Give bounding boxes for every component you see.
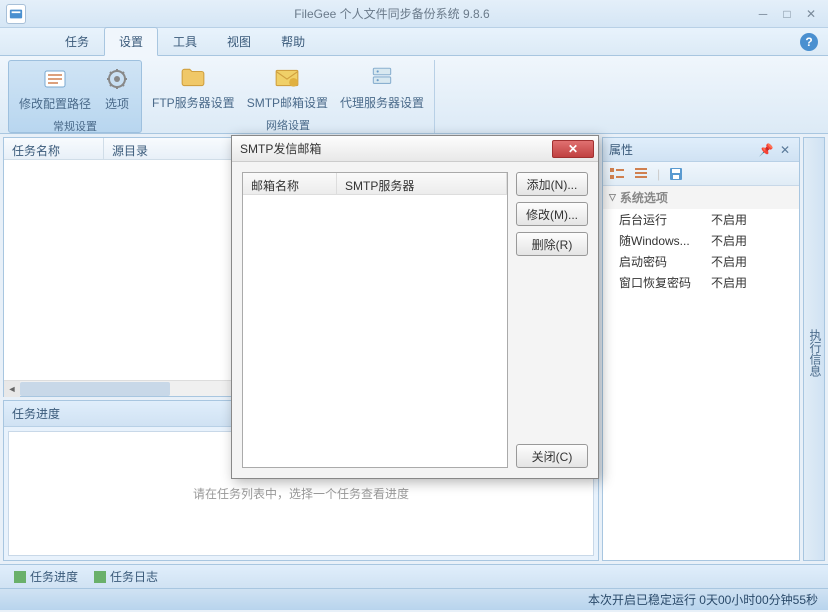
folder-icon: [179, 64, 207, 92]
app-logo: [6, 4, 26, 24]
prop-row[interactable]: 窗口恢复密码不启用: [603, 272, 799, 293]
ribbon-group-general: 修改配置路径 选项 常规设置: [8, 60, 142, 133]
menu-view[interactable]: 视图: [212, 27, 266, 55]
scroll-thumb[interactable]: [20, 382, 170, 396]
ribbon-config-path-label: 修改配置路径: [19, 95, 91, 112]
menubar: 任务 设置 工具 视图 帮助 ?: [0, 28, 828, 56]
mail-icon: [273, 64, 301, 92]
config-path-icon: [41, 65, 69, 93]
close-window-button[interactable]: ✕: [800, 5, 822, 23]
bottom-tabs: 任务进度 任务日志: [0, 564, 828, 588]
property-category[interactable]: ▽系统选项: [603, 186, 799, 209]
ribbon-options-label: 选项: [105, 95, 129, 112]
properties-panel: 属性 📌 ✕ | ▽系统选项 后台运行不启用 随Windows...不启用 启动…: [602, 137, 800, 561]
minimize-button[interactable]: ─: [752, 5, 774, 23]
collapse-icon: ▽: [609, 192, 616, 203]
maximize-button[interactable]: □: [776, 5, 798, 23]
panel-close-icon[interactable]: ✕: [777, 143, 793, 157]
ribbon-proxy-label: 代理服务器设置: [340, 94, 424, 111]
titlebar: FileGee 个人文件同步备份系统 9.8.6 ─ □ ✕: [0, 0, 828, 28]
menu-help[interactable]: 帮助: [266, 27, 320, 55]
properties-toolbar: |: [603, 162, 799, 186]
modify-button[interactable]: 修改(M)...: [516, 202, 588, 226]
col-mailbox-name[interactable]: 邮箱名称: [243, 173, 337, 194]
properties-title: 属性: [609, 141, 755, 158]
ribbon-group-network: FTP服务器设置 SMTP邮箱设置 代理服务器设置 网络设置: [142, 60, 435, 133]
close-button[interactable]: 关闭(C): [516, 444, 588, 468]
alphabetical-icon[interactable]: [633, 166, 649, 182]
properties-header: 属性 📌 ✕: [603, 138, 799, 162]
menu-settings[interactable]: 设置: [104, 27, 158, 56]
ribbon-smtp-label: SMTP邮箱设置: [247, 94, 328, 111]
ribbon-proxy[interactable]: 代理服务器设置: [334, 60, 430, 115]
categorized-icon[interactable]: [609, 166, 625, 182]
dialog-titlebar[interactable]: SMTP发信邮箱 ✕: [232, 136, 598, 162]
col-task-name[interactable]: 任务名称: [4, 138, 104, 159]
smtp-dialog: SMTP发信邮箱 ✕ 邮箱名称 SMTP服务器 添加(N)... 修改(M)..…: [231, 135, 599, 479]
dialog-close-button[interactable]: ✕: [552, 140, 594, 158]
ribbon-ftp[interactable]: FTP服务器设置: [146, 60, 241, 115]
dialog-body: 邮箱名称 SMTP服务器 添加(N)... 修改(M)... 删除(R) 关闭(…: [232, 162, 598, 478]
tab-task-progress[interactable]: 任务进度: [6, 566, 86, 587]
dialog-title: SMTP发信邮箱: [240, 140, 552, 157]
prop-row[interactable]: 启动密码不启用: [603, 251, 799, 272]
side-tab-execution-info[interactable]: 执行信息: [803, 137, 825, 561]
mailbox-list[interactable]: 邮箱名称 SMTP服务器: [242, 172, 508, 468]
ribbon-smtp[interactable]: SMTP邮箱设置: [241, 60, 334, 115]
save-icon[interactable]: [668, 166, 684, 182]
tab-task-log[interactable]: 任务日志: [86, 566, 166, 587]
mailbox-list-header: 邮箱名称 SMTP服务器: [243, 173, 507, 195]
statusbar: 本次开启已稳定运行 0天00小时00分钟55秒: [0, 588, 828, 610]
delete-button[interactable]: 删除(R): [516, 232, 588, 256]
app-title: FileGee 个人文件同步备份系统 9.8.6: [34, 5, 750, 22]
ribbon-config-path[interactable]: 修改配置路径: [13, 61, 97, 116]
col-smtp-server[interactable]: SMTP服务器: [337, 173, 507, 194]
properties-grid: ▽系统选项 后台运行不启用 随Windows...不启用 启动密码不启用 窗口恢…: [603, 186, 799, 560]
dialog-buttons: 添加(N)... 修改(M)... 删除(R) 关闭(C): [516, 172, 588, 468]
prop-row[interactable]: 后台运行不启用: [603, 209, 799, 230]
right-column: 属性 📌 ✕ | ▽系统选项 后台运行不启用 随Windows...不启用 启动…: [602, 134, 828, 564]
ribbon: 修改配置路径 选项 常规设置 FTP服务器设置 SMTP邮箱设置 代理服务器设置: [0, 56, 828, 134]
log-icon: [94, 571, 106, 583]
progress-hint: 请在任务列表中，选择一个任务查看进度: [193, 485, 409, 502]
ribbon-ftp-label: FTP服务器设置: [152, 94, 235, 111]
pin-icon[interactable]: 📌: [758, 143, 774, 157]
scroll-left-icon[interactable]: ◄: [4, 381, 20, 397]
prop-row[interactable]: 随Windows...不启用: [603, 230, 799, 251]
help-icon[interactable]: ?: [800, 33, 818, 51]
menu-tools[interactable]: 工具: [158, 27, 212, 55]
progress-icon: [14, 571, 26, 583]
menu-tasks[interactable]: 任务: [50, 27, 104, 55]
status-text: 本次开启已稳定运行 0天00小时00分钟55秒: [588, 591, 818, 608]
gear-icon: [103, 65, 131, 93]
ribbon-options[interactable]: 选项: [97, 61, 137, 116]
add-button[interactable]: 添加(N)...: [516, 172, 588, 196]
server-icon: [368, 64, 396, 92]
